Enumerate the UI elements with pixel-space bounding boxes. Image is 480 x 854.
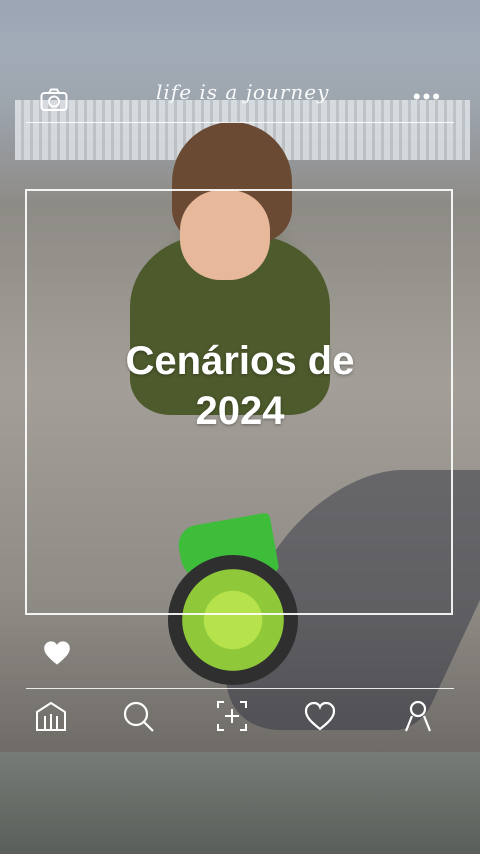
- home-icon[interactable]: [33, 698, 69, 734]
- heart-icon[interactable]: [302, 698, 338, 734]
- page-title: Cenários de 2024: [0, 336, 480, 436]
- more-dots-icon[interactable]: •••: [413, 86, 442, 108]
- title-line-1: Cenários de: [125, 339, 355, 383]
- add-icon[interactable]: [214, 698, 250, 734]
- bottom-nav: [0, 698, 480, 734]
- like-heart-icon[interactable]: [43, 640, 71, 666]
- title-line-2: 2024: [195, 389, 285, 433]
- template-overlay: life is a journey ••• Cenários de 2024: [0, 0, 480, 854]
- top-divider: [26, 122, 454, 123]
- profile-icon[interactable]: [400, 698, 436, 734]
- camera-icon[interactable]: [40, 88, 68, 112]
- search-icon[interactable]: [120, 698, 156, 734]
- tagline-text: life is a journey: [156, 80, 330, 104]
- bottom-divider: [26, 688, 454, 689]
